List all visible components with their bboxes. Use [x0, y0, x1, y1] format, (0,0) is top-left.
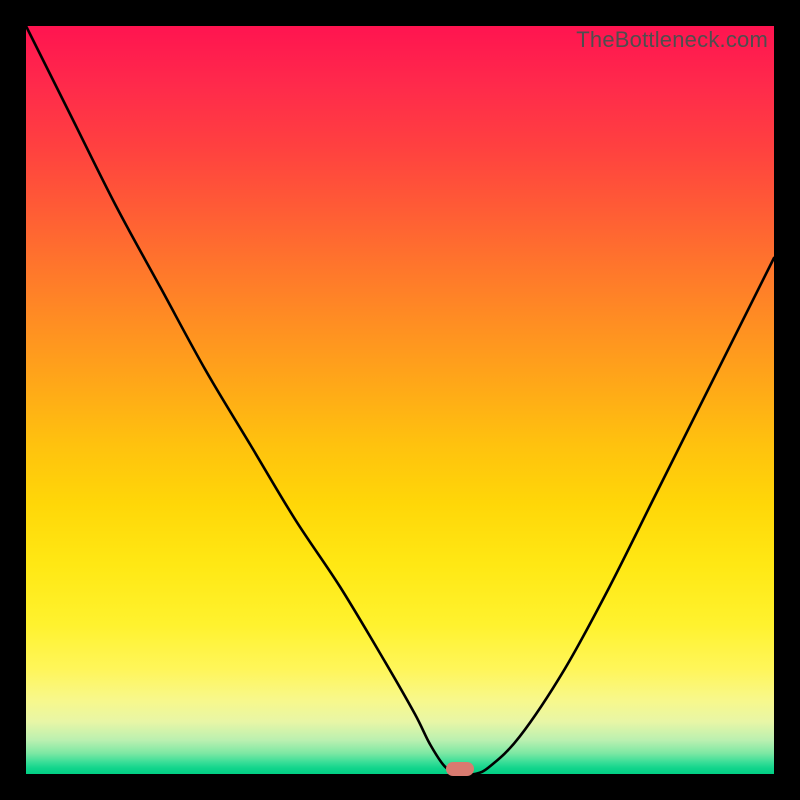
- minimum-marker: [446, 762, 474, 776]
- chart-frame: TheBottleneck.com: [0, 0, 800, 800]
- plot-area: TheBottleneck.com: [26, 26, 774, 774]
- bottleneck-curve: [26, 26, 774, 774]
